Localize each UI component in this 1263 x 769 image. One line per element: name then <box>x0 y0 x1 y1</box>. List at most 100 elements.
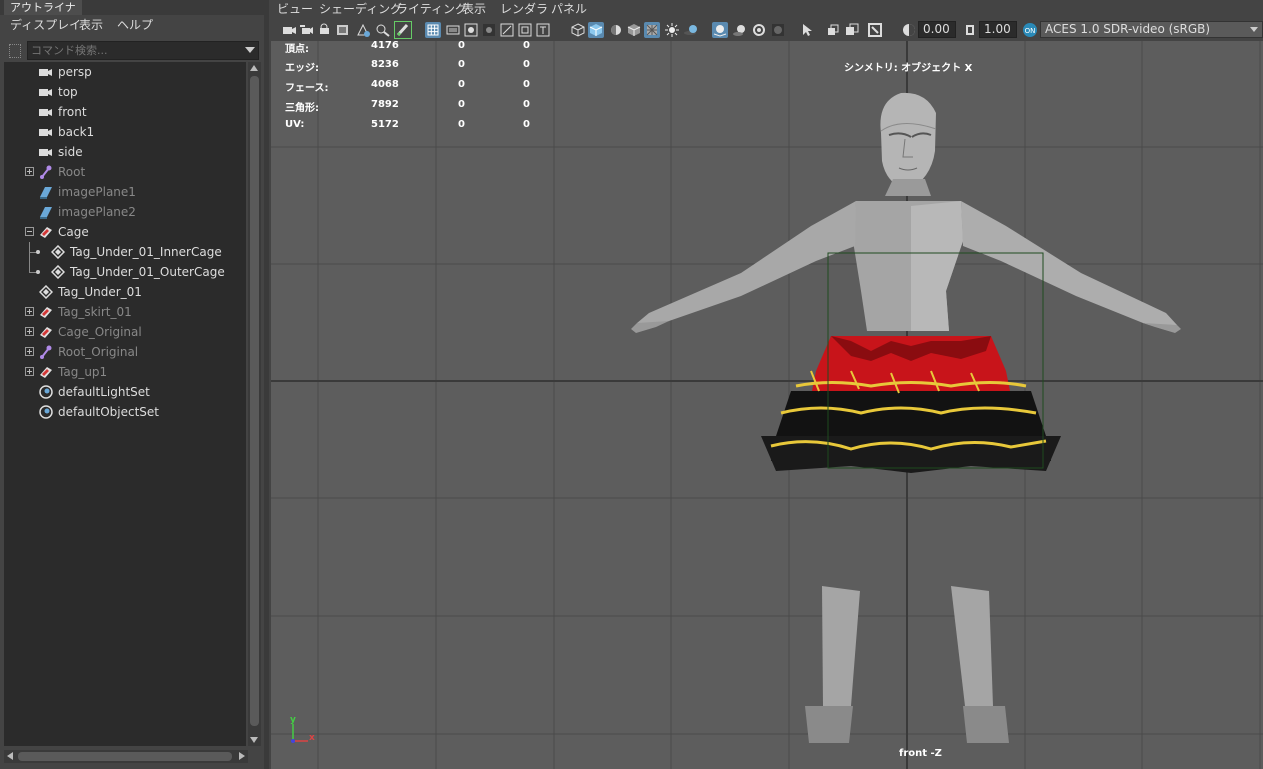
snap-icon[interactable] <box>825 22 841 38</box>
outliner-row[interactable]: Tag_Under_01_InnerCage <box>4 242 246 262</box>
shadows-icon[interactable] <box>683 22 699 38</box>
menu-panels[interactable]: パネル <box>551 0 587 19</box>
scroll-up-icon[interactable] <box>250 65 258 71</box>
outliner-item-label: side <box>58 145 83 159</box>
outliner-row[interactable]: Tag_Under_01_OuterCage <box>4 262 246 282</box>
outliner-row[interactable]: top <box>4 82 246 102</box>
anti-aliasing-icon[interactable] <box>770 22 786 38</box>
default-material-icon[interactable] <box>608 22 624 38</box>
viewport-scene[interactable] <box>271 41 1263 769</box>
outliner-row[interactable]: Cage <box>4 222 246 242</box>
outliner-row[interactable]: front <box>4 102 246 122</box>
collapse-icon[interactable] <box>25 227 34 236</box>
3d-viewport[interactable]: 頂点: 4176 0 0 エッジ: 8236 0 0 フェース: 4068 0 … <box>271 41 1263 769</box>
chevron-down-icon[interactable] <box>245 47 255 53</box>
outliner-item-label: front <box>58 105 87 119</box>
menu-view[interactable]: ビュー <box>277 0 313 19</box>
smooth-shade-icon[interactable] <box>588 22 604 38</box>
horizontal-scrollbar[interactable] <box>4 750 248 763</box>
isolate-select-icon[interactable] <box>712 22 728 38</box>
outliner-row[interactable]: Tag_skirt_01 <box>4 302 246 322</box>
hud-value: 0 <box>458 119 465 130</box>
select-tool-icon[interactable] <box>799 22 815 38</box>
menu-show[interactable]: 表示 <box>462 0 486 19</box>
outliner-row[interactable]: Tag_up1 <box>4 362 246 382</box>
use-all-lights-icon[interactable] <box>664 22 680 38</box>
outliner-row[interactable]: imagePlane2 <box>4 202 246 222</box>
gate-mask-icon[interactable] <box>481 22 497 38</box>
menu-renderer[interactable]: レンダラ <box>500 0 548 19</box>
tree-node-dot <box>36 250 40 254</box>
expand-icon[interactable] <box>25 327 34 336</box>
hud-value: 0 <box>523 99 530 110</box>
horizontal-scroll-thumb[interactable] <box>18 752 232 761</box>
expand-icon[interactable] <box>25 167 34 176</box>
panel-grip-icon[interactable] <box>9 44 21 58</box>
outliner-row[interactable]: Cage_Original <box>4 322 246 342</box>
hud-value: 0 <box>523 119 530 130</box>
grease-pencil-icon[interactable] <box>375 22 391 38</box>
command-search-input[interactable] <box>31 43 236 58</box>
set-icon <box>39 405 53 419</box>
duplicate-icon[interactable] <box>844 22 860 38</box>
gamma-field[interactable]: 1.00 <box>979 21 1017 38</box>
wireframe-on-shaded-icon[interactable] <box>626 22 642 38</box>
outliner-row[interactable]: side <box>4 142 246 162</box>
camera-icon <box>39 65 53 79</box>
menu-lighting[interactable]: ライティング <box>396 0 467 19</box>
menu-show[interactable]: 表示 <box>79 15 103 35</box>
outliner-row[interactable]: defaultObjectSet <box>4 402 246 422</box>
hud-label-edges: エッジ: <box>285 63 319 74</box>
exposure-icon[interactable] <box>901 22 917 38</box>
camera-attributes-icon[interactable] <box>299 22 315 38</box>
film-gate-icon[interactable] <box>445 22 461 38</box>
motion-blur-icon[interactable] <box>751 22 767 38</box>
expand-icon[interactable] <box>25 307 34 316</box>
grid-toggle-icon[interactable] <box>425 22 441 38</box>
wireframe-icon[interactable] <box>570 22 586 38</box>
outliner-row[interactable]: defaultLightSet <box>4 382 246 402</box>
outliner-item-label: Cage <box>58 225 89 239</box>
outliner-item-label: Root_Original <box>58 345 139 359</box>
chevron-down-icon[interactable] <box>1250 27 1258 32</box>
vertical-scroll-thumb[interactable] <box>250 76 259 726</box>
scroll-down-icon[interactable] <box>250 737 258 743</box>
field-chart-icon[interactable] <box>499 22 515 38</box>
expand-icon[interactable] <box>25 367 34 376</box>
frame-selected-icon[interactable] <box>867 22 883 38</box>
safe-action-icon[interactable] <box>517 22 533 38</box>
outliner-row[interactable]: Root_Original <box>4 342 246 362</box>
resolution-gate-icon[interactable] <box>463 22 479 38</box>
ambient-occlusion-icon[interactable] <box>732 22 748 38</box>
vertical-scrollbar[interactable] <box>248 62 261 746</box>
outliner-tab-bar: アウトライナ <box>0 0 266 15</box>
outliner-row[interactable]: persp <box>4 62 246 82</box>
bookmark-camera-icon[interactable] <box>317 22 333 38</box>
color-space-select[interactable]: ACES 1.0 SDR-video (sRGB) <box>1040 21 1263 38</box>
menu-shading[interactable]: シェーディング <box>319 0 402 19</box>
brush-icon[interactable] <box>394 21 412 39</box>
outliner-row[interactable]: Root <box>4 162 246 182</box>
scroll-left-icon[interactable] <box>7 752 13 760</box>
gamma-icon[interactable] <box>962 22 978 38</box>
outliner-item-label: imagePlane2 <box>58 205 136 219</box>
hud-label-triangles: 三角形: <box>285 103 319 114</box>
outliner-row[interactable]: Tag_Under_01 <box>4 282 246 302</box>
exposure-field[interactable]: 0.00 <box>918 21 956 38</box>
image-plane-icon[interactable] <box>335 22 351 38</box>
menu-display[interactable]: ディスプレイ <box>10 15 81 35</box>
xray-icon[interactable] <box>644 22 660 38</box>
scroll-right-icon[interactable] <box>239 752 245 760</box>
safe-title-icon[interactable] <box>535 22 551 38</box>
outliner-row[interactable]: imagePlane1 <box>4 182 246 202</box>
menu-help[interactable]: ヘルプ <box>117 15 153 35</box>
hud-value: 0 <box>523 79 530 90</box>
color-management-icon[interactable]: ON <box>1022 22 1038 38</box>
2d-pan-zoom-icon[interactable] <box>355 22 371 38</box>
outliner-tab[interactable]: アウトライナ <box>4 0 82 15</box>
command-search-field[interactable] <box>27 41 259 60</box>
viewport-grid <box>271 41 1263 769</box>
outliner-row[interactable]: back1 <box>4 122 246 142</box>
select-camera-icon[interactable] <box>281 22 297 38</box>
expand-icon[interactable] <box>25 347 34 356</box>
